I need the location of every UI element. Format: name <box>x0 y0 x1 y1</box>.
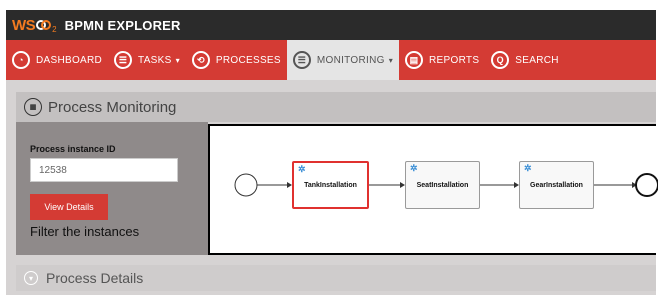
process-monitoring-header: ▦ Process Monitoring <box>16 92 656 122</box>
processes-icon: ⟲ <box>191 51 210 69</box>
end-event[interactable] <box>635 173 658 197</box>
process-details-toggle[interactable]: ▾ Process Details <box>16 265 656 291</box>
process-instance-input[interactable] <box>30 158 178 182</box>
nav-processes[interactable]: ⟲ PROCESSES <box>186 40 287 80</box>
process-instance-label: Process instance ID <box>30 144 116 154</box>
tasks-icon: ☰ <box>114 51 133 69</box>
wso2-logo: WS 2 <box>12 16 57 34</box>
nav-tasks[interactable]: ☰ TASKS ▾ <box>108 40 186 80</box>
nav-reports[interactable]: ▤ REPORTS <box>399 40 485 80</box>
dashboard-icon: ◔ <box>12 51 30 69</box>
task-seat-installation[interactable]: ✲ SeatInstallation <box>405 161 480 209</box>
task-gear-installation[interactable]: ✲ GearInstallation <box>519 161 594 209</box>
filter-instances-link[interactable]: Filter the instances <box>30 224 139 239</box>
nav-dashboard[interactable]: ◔ DASHBOARD <box>6 40 108 80</box>
nav-monitoring[interactable]: ☰ MONITORING ▾ <box>286 40 400 80</box>
nav-dashboard-label: DASHBOARD <box>36 54 103 66</box>
page-title: Process Monitoring <box>48 98 177 116</box>
view-details-button[interactable]: View Details <box>30 194 108 220</box>
nav-search[interactable]: Q SEARCH <box>485 40 564 80</box>
nav-search-label: SEARCH <box>515 54 559 66</box>
start-event[interactable] <box>234 173 258 197</box>
monitoring-icon: ☰ <box>292 51 311 69</box>
main-nav: ◔ DASHBOARD ☰ TASKS ▾ ⟲ PROCESSES ☰ MONI… <box>6 40 656 80</box>
task-label: GearInstallation <box>530 181 583 189</box>
main-content: ▦ Process Monitoring Process instance ID… <box>6 80 658 295</box>
chevron-down-icon: ▾ <box>388 55 394 65</box>
search-icon: Q <box>491 51 510 69</box>
instance-filter-panel: Process instance ID View Details Filter … <box>16 122 208 255</box>
gear-icon: ✲ <box>298 164 306 174</box>
nav-processes-label: PROCESSES <box>215 54 281 66</box>
reports-icon: ▤ <box>405 51 424 69</box>
process-monitoring-icon: ▦ <box>24 98 42 116</box>
nav-reports-label: REPORTS <box>429 54 480 66</box>
gear-icon: ✲ <box>524 163 532 173</box>
nav-monitoring-label: MONITORING <box>316 54 385 66</box>
bpmn-diagram: ✲ TankInstallation ✲ SeatInstallation ✲ … <box>208 124 658 255</box>
chevron-down-icon: ▾ <box>175 55 180 65</box>
task-label: SeatInstallation <box>416 181 469 189</box>
task-tank-installation[interactable]: ✲ TankInstallation <box>292 161 369 209</box>
gear-icon: ✲ <box>410 163 418 173</box>
chevron-down-icon: ▾ <box>24 271 38 285</box>
task-label: TankInstallation <box>304 181 357 189</box>
nav-tasks-label: TASKS <box>138 54 172 66</box>
process-details-title: Process Details <box>46 270 144 286</box>
top-bar: WS 2 BPMN EXPLORER <box>6 10 656 40</box>
app-title: BPMN EXPLORER <box>64 17 181 33</box>
